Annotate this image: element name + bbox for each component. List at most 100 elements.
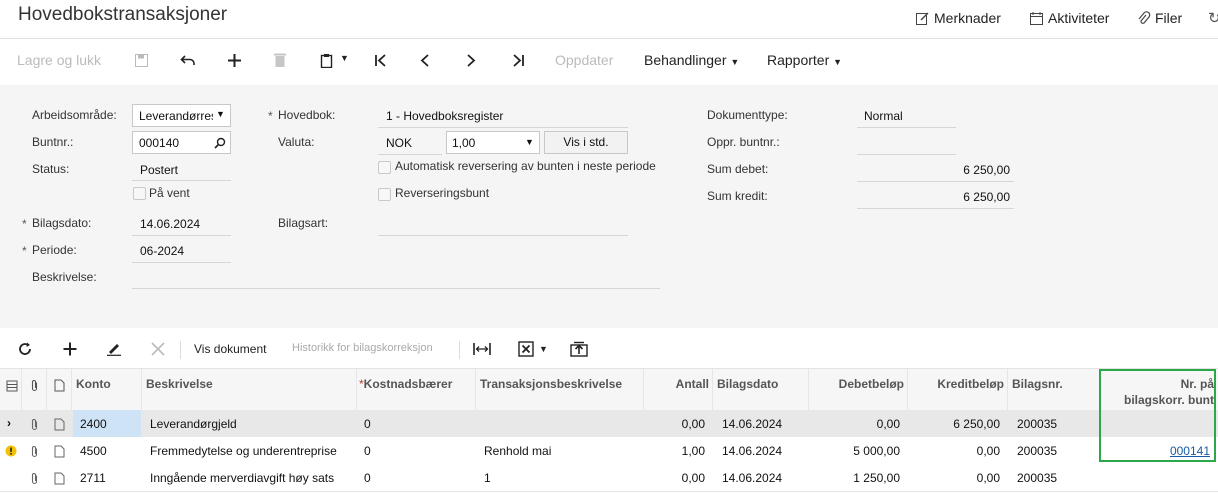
doc-date-label: Bilagsdato:: [22, 216, 91, 231]
table-row[interactable]: 2711 Inngående merverdiavgift høy sats 0…: [0, 464, 1218, 492]
actions-menu[interactable]: Behandlinger ▼: [644, 52, 739, 68]
col-description[interactable]: Beskrivelse: [146, 377, 213, 391]
cost-center-cell[interactable]: 0: [364, 417, 371, 431]
refresh-button[interactable]: Oppdater: [555, 52, 613, 68]
last-record-icon[interactable]: [511, 53, 526, 68]
description-cell[interactable]: Inngående merverdiavgift høy sats: [150, 471, 334, 485]
correction-history-button[interactable]: Historikk for bilagskorreksjon: [292, 342, 433, 354]
trans-desc-cell[interactable]: 1: [484, 471, 491, 485]
cost-center-cell[interactable]: 0: [364, 444, 371, 458]
quantity-cell[interactable]: 0,00: [643, 471, 705, 485]
first-record-icon[interactable]: [373, 53, 388, 68]
note-icon[interactable]: [54, 445, 65, 458]
batch-number-value: 000140: [139, 136, 180, 150]
files-label: Filer: [1155, 10, 1183, 26]
reversing-batch-checkbox[interactable]: [378, 188, 391, 201]
quantity-cell[interactable]: 1,00: [643, 444, 705, 458]
period-field[interactable]: 06-2024: [140, 244, 184, 258]
rate-select[interactable]: 1,00 ▼: [446, 131, 540, 154]
debit-cell[interactable]: 1 250,00: [808, 471, 900, 485]
status-value: Postert: [140, 163, 179, 177]
description-label: Beskrivelse:: [32, 270, 97, 284]
doc-number-cell[interactable]: 200035: [1017, 417, 1057, 431]
refresh-page-icon[interactable]: ↻: [1208, 9, 1218, 27]
note-icon[interactable]: [54, 472, 65, 485]
table-row[interactable]: 4500 Fremmedytelse og underentreprise 0 …: [0, 437, 1218, 465]
quantity-cell[interactable]: 0,00: [643, 417, 705, 431]
batch-number-field[interactable]: 000140: [132, 131, 231, 154]
search-icon[interactable]: [214, 137, 226, 149]
ledger-field[interactable]: 1 - Hovedboksregister: [386, 109, 503, 123]
refresh-grid-icon[interactable]: [18, 342, 32, 356]
col-transaction-description[interactable]: Transaksjonsbeskrivelse: [480, 377, 622, 391]
fit-columns-icon[interactable]: [473, 342, 491, 356]
col-account[interactable]: Konto: [76, 377, 111, 391]
delete-icon[interactable]: [273, 52, 287, 68]
reports-chevron-down-icon: ▼: [833, 57, 843, 67]
col-doc-number[interactable]: Bilagsnr.: [1012, 377, 1063, 391]
note-header-icon: [54, 379, 65, 392]
reports-menu[interactable]: Rapporter ▼: [767, 52, 842, 68]
actions-chevron-down-icon: ▼: [730, 57, 740, 67]
doc-date-cell[interactable]: 14.06.2024: [722, 471, 782, 485]
save-icon[interactable]: [134, 53, 149, 68]
doc-number-cell[interactable]: 200035: [1017, 471, 1057, 485]
attachment-icon[interactable]: [29, 472, 40, 485]
currency-field[interactable]: NOK: [386, 136, 412, 150]
col-quantity[interactable]: Antall: [643, 377, 709, 391]
doc-date-field[interactable]: 14.06.2024: [140, 217, 200, 231]
close-icon[interactable]: [151, 342, 165, 356]
add-row-icon[interactable]: [63, 342, 77, 356]
debit-cell[interactable]: 5 000,00: [808, 444, 900, 458]
paste-dropdown-icon[interactable]: ▼: [340, 53, 349, 63]
col-cost-center[interactable]: *Kostnadsbærer: [359, 377, 452, 391]
page-title: Hovedbokstransaksjoner: [18, 4, 228, 25]
col-doc-date[interactable]: Bilagsdato: [717, 377, 778, 391]
previous-record-icon[interactable]: [419, 53, 431, 68]
doc-number-cell[interactable]: 200035: [1017, 444, 1057, 458]
credit-cell[interactable]: 6 250,00: [907, 417, 1000, 431]
add-icon[interactable]: [227, 53, 242, 68]
credit-cell[interactable]: 0,00: [907, 444, 1000, 458]
paste-icon[interactable]: [320, 53, 334, 68]
credit-cell[interactable]: 0,00: [907, 471, 1000, 485]
account-cell[interactable]: 2711: [80, 471, 106, 485]
account-cell[interactable]: 4500: [80, 444, 107, 458]
save-close-button[interactable]: Lagre og lukk: [17, 52, 101, 68]
attachment-icon[interactable]: [29, 445, 40, 458]
description-field[interactable]: [132, 288, 660, 289]
activities-link[interactable]: Aktiviteter: [1029, 10, 1109, 26]
undo-icon[interactable]: [180, 53, 196, 68]
workspace-select[interactable]: Leverandørreskontro ▼: [132, 104, 231, 127]
doc-date-cell[interactable]: 14.06.2024: [722, 444, 782, 458]
sum-debit-label: Sum debet:: [707, 162, 769, 176]
next-record-icon[interactable]: [465, 53, 477, 68]
edit-icon[interactable]: [106, 342, 122, 356]
doc-class-field[interactable]: [378, 235, 628, 236]
orig-batch-label: Oppr. buntnr.:: [707, 135, 780, 149]
note-icon[interactable]: [54, 418, 65, 431]
files-link[interactable]: Filer: [1136, 10, 1182, 26]
debit-cell[interactable]: 0,00: [808, 417, 900, 431]
reports-label: Rapporter: [767, 52, 830, 68]
cost-center-cell[interactable]: 0: [364, 471, 371, 485]
upload-icon[interactable]: [570, 341, 588, 357]
trans-desc-cell[interactable]: Renhold mai: [484, 444, 551, 458]
col-credit[interactable]: Kreditbeløp: [907, 377, 1004, 391]
export-chevron-down-icon[interactable]: ▼: [539, 344, 548, 354]
description-cell[interactable]: Fremmedytelse og underentreprise: [150, 444, 337, 458]
view-document-button[interactable]: Vis dokument: [194, 342, 267, 356]
notes-link[interactable]: Merknader: [915, 10, 1001, 26]
col-debit[interactable]: Debetbeløp: [808, 377, 904, 391]
view-base-button[interactable]: Vis i std.: [544, 131, 628, 154]
attachment-icon[interactable]: [29, 418, 40, 431]
description-cell[interactable]: Leverandørgjeld: [150, 417, 237, 431]
doc-date-cell[interactable]: 14.06.2024: [722, 417, 782, 431]
row-selector-icon[interactable]: [6, 380, 18, 392]
auto-reverse-checkbox[interactable]: [378, 161, 391, 174]
table-row[interactable]: › 2400 Leverandørgjeld 0 0,00 14.06.2024…: [0, 410, 1218, 438]
currency-label: Valuta:: [278, 135, 315, 149]
account-cell[interactable]: 2400: [80, 417, 107, 431]
on-hold-checkbox[interactable]: [133, 187, 146, 200]
excel-export-icon[interactable]: [518, 341, 534, 357]
